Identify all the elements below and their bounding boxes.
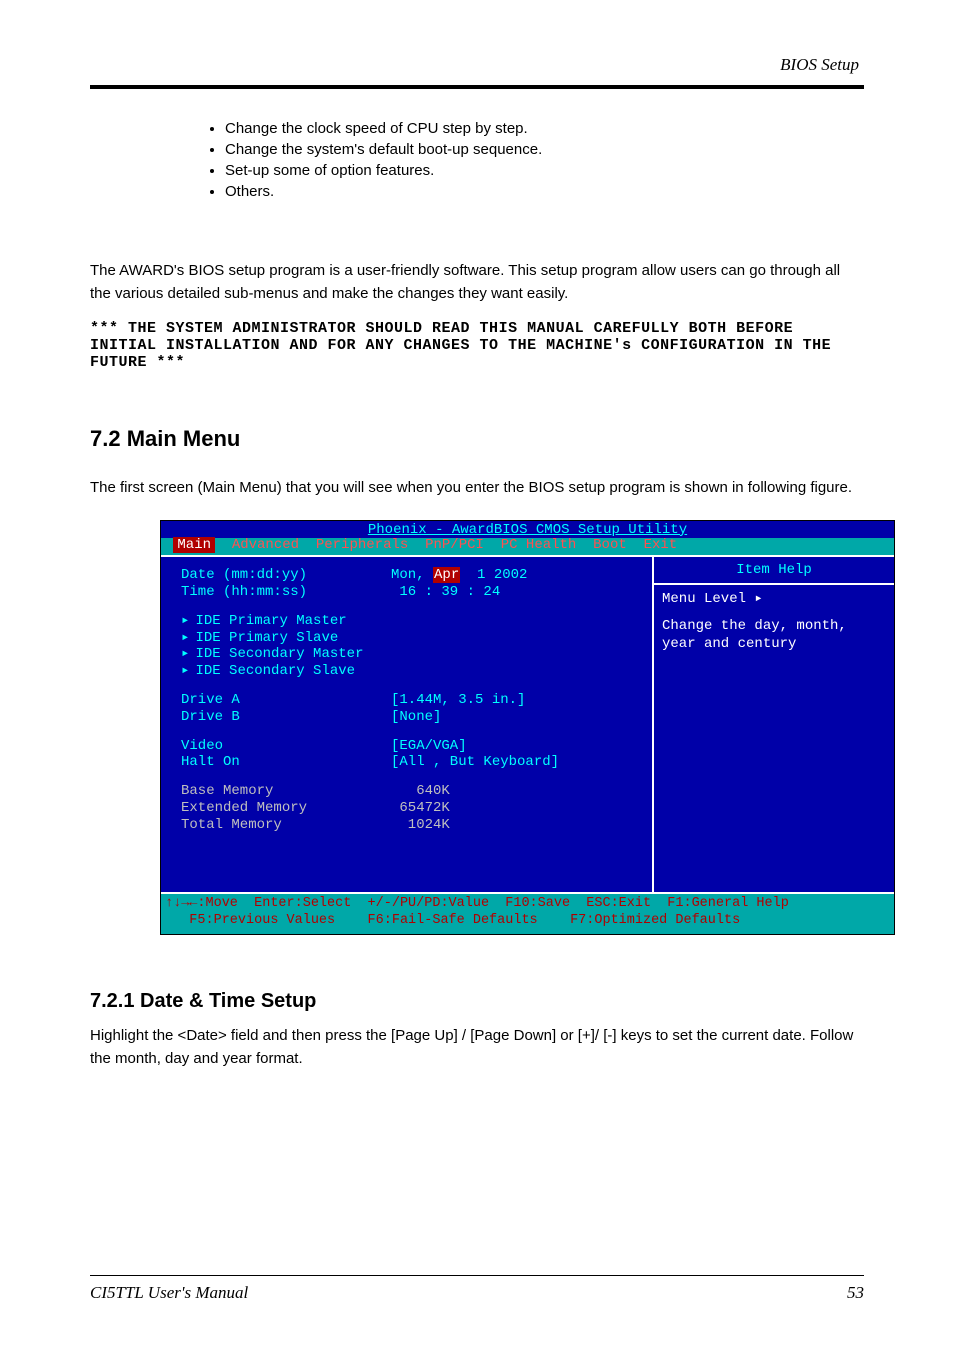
bios-left-panel: Date (mm:dd:yy) Mon, Apr 1 2002 Time (hh… — [161, 557, 654, 892]
header-right: BIOS Setup — [780, 55, 859, 75]
paragraph-date-time: Highlight the <Date> field and then pres… — [90, 1025, 864, 1070]
footer-divider — [90, 1275, 864, 1276]
triangle-icon: ▸ — [181, 613, 189, 630]
bios-help-desc: Change the day, month, year and century — [662, 618, 886, 653]
bios-time-label: Time (hh:mm:ss) — [181, 584, 391, 601]
heading-main-menu: 7.2 Main Menu — [90, 426, 864, 452]
bios-ide-primary-master[interactable]: IDE Primary Master — [195, 613, 405, 630]
bios-ide-primary-slave[interactable]: IDE Primary Slave — [195, 630, 405, 647]
bios-ext-mem-value: 65472K — [391, 800, 450, 817]
bios-menu-advanced[interactable]: Advanced — [232, 537, 299, 553]
bios-menu-boot[interactable]: Boot — [593, 537, 627, 553]
bios-menubar: Main Advanced Peripherals PnP/PCI PC Hea… — [161, 538, 894, 555]
bios-video-label: Video — [181, 738, 391, 755]
bios-drive-a-value[interactable]: [1.44M, 3.5 in.] — [391, 692, 525, 709]
bullet-list: Change the clock speed of CPU step by st… — [225, 120, 864, 200]
triangle-icon: ▸ — [181, 646, 189, 663]
triangle-icon: ▸ — [181, 663, 189, 680]
footer-left: CI5TTL User's Manual — [90, 1283, 248, 1303]
list-item: Set-up some of option features. — [225, 162, 864, 179]
bios-date-label: Date (mm:dd:yy) — [181, 567, 391, 584]
triangle-icon: ▸ — [181, 630, 189, 647]
bios-halt-value[interactable]: [All , But Keyboard] — [391, 754, 559, 771]
list-item: Change the clock speed of CPU step by st… — [225, 120, 864, 137]
bios-drive-a-label: Drive A — [181, 692, 391, 709]
bios-menu-pchealth[interactable]: PC Health — [501, 537, 577, 553]
bios-base-mem-value: 640K — [391, 783, 450, 800]
footer-page-number: 53 — [847, 1283, 864, 1303]
bios-help-title: Item Help — [662, 563, 886, 582]
warning-stars: *** THE SYSTEM ADMINISTRATOR SHOULD READ… — [90, 320, 864, 371]
bios-ide-secondary-master[interactable]: IDE Secondary Master — [195, 646, 405, 663]
bios-base-mem-label: Base Memory — [181, 783, 391, 800]
bios-help-menu-level: Menu Level ▸ — [662, 591, 886, 609]
bios-tot-mem-value: 1024K — [391, 817, 450, 834]
heading-date-time: 7.2.1 Date & Time Setup — [90, 990, 864, 1013]
bios-menu-peripherals[interactable]: Peripherals — [316, 537, 408, 553]
bios-video-value[interactable]: [EGA/VGA] — [391, 738, 467, 755]
bios-screenshot: Phoenix - AwardBIOS CMOS Setup Utility M… — [160, 520, 895, 936]
bios-halt-label: Halt On — [181, 754, 391, 771]
bios-ext-mem-label: Extended Memory — [181, 800, 391, 817]
paragraph-intro: The AWARD's BIOS setup program is a user… — [90, 260, 864, 305]
bios-tot-mem-label: Total Memory — [181, 817, 391, 834]
list-item: Change the system's default boot-up sequ… — [225, 141, 864, 158]
bios-drive-b-label: Drive B — [181, 709, 391, 726]
bios-menu-exit[interactable]: Exit — [644, 537, 678, 553]
list-item: Others. — [225, 183, 864, 200]
header-divider — [90, 85, 864, 89]
bios-date-value[interactable]: Mon, Apr 1 2002 — [391, 567, 527, 584]
bios-drive-b-value[interactable]: [None] — [391, 709, 441, 726]
bios-menu-main[interactable]: Main — [173, 537, 215, 553]
bios-help-panel: Item Help Menu Level ▸ Change the day, m… — [654, 557, 894, 892]
bios-ide-secondary-slave[interactable]: IDE Secondary Slave — [195, 663, 405, 680]
bios-time-value[interactable]: 16 : 39 : 24 — [391, 584, 500, 601]
paragraph-sub: The first screen (Main Menu) that you wi… — [90, 477, 864, 500]
bios-menu-pnppci[interactable]: PnP/PCI — [425, 537, 484, 553]
bios-footer: ↑↓→←:Move Enter:Select +/-/PU/PD:Value F… — [161, 894, 894, 934]
bios-title: Phoenix - AwardBIOS CMOS Setup Utility — [161, 521, 894, 538]
